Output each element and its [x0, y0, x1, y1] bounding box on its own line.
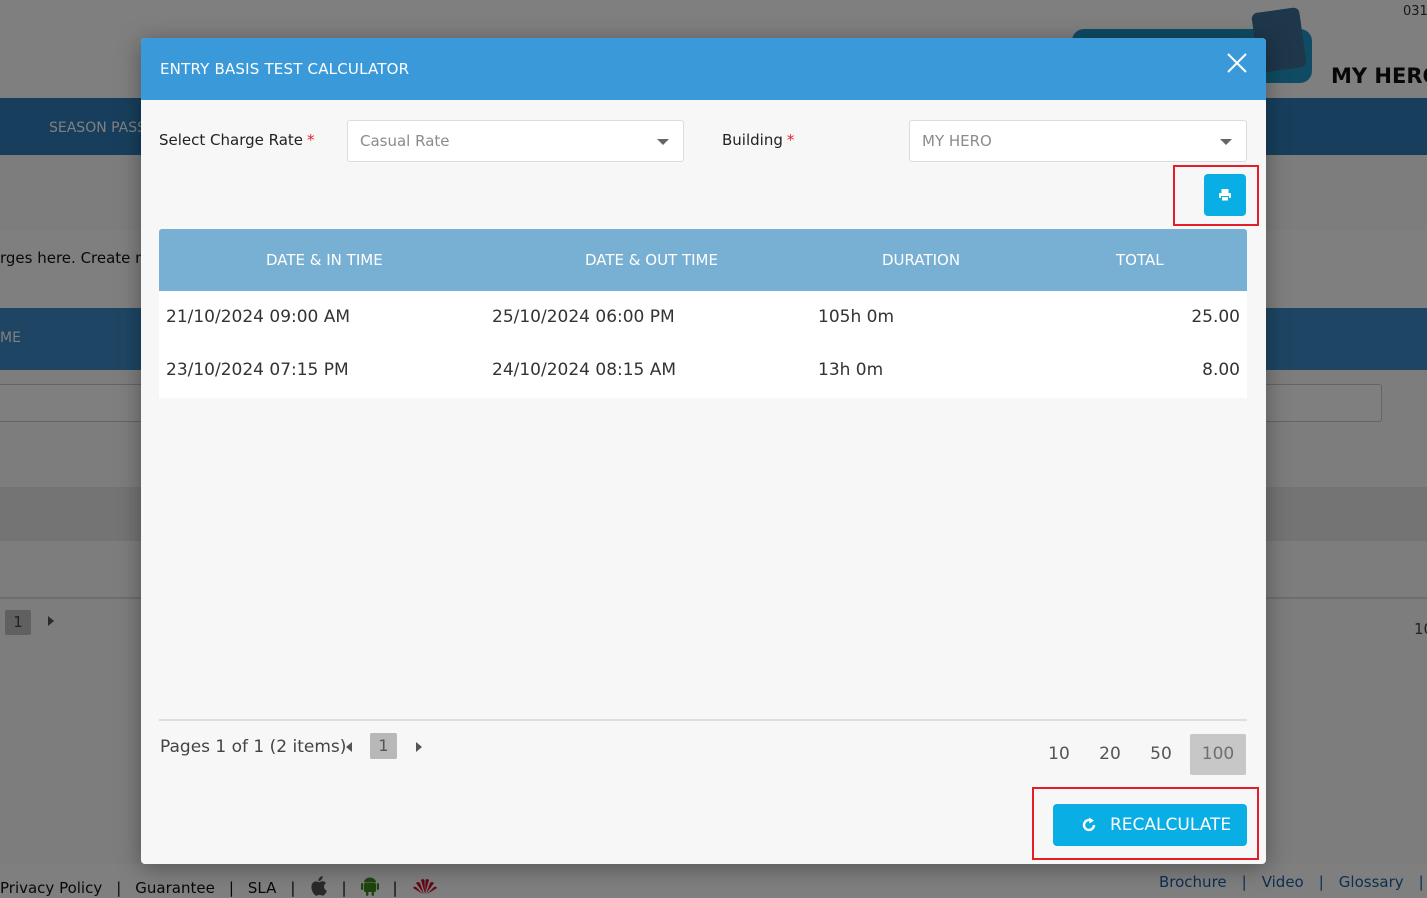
cell-out-time: 25/10/2024 06:00 PM	[492, 307, 675, 327]
page-size-50[interactable]: 50	[1141, 734, 1181, 775]
required-marker: *	[307, 131, 315, 149]
results-grid: DATE & IN TIME DATE & OUT TIME DURATION …	[159, 229, 1247, 398]
cell-in-time: 21/10/2024 09:00 AM	[166, 307, 351, 327]
pager-prev-icon[interactable]	[346, 742, 352, 752]
refresh-icon	[1082, 817, 1096, 832]
printer-icon	[1219, 189, 1231, 202]
cell-duration: 105h 0m	[818, 307, 895, 327]
calculator-modal: ENTRY BASIS TEST CALCULATOR Select Charg…	[141, 38, 1266, 864]
cell-total: 25.00	[1191, 307, 1240, 327]
building-label-text: Building	[722, 131, 783, 149]
cell-duration: 13h 0m	[818, 360, 884, 380]
chevron-down-icon	[657, 139, 669, 145]
cell-in-time: 23/10/2024 07:15 PM	[166, 360, 349, 380]
grid-divider	[159, 719, 1247, 721]
pager-next-icon[interactable]	[416, 742, 422, 752]
building-select[interactable]: MY HERO	[909, 120, 1247, 162]
page-size-20[interactable]: 20	[1090, 734, 1130, 775]
building-label: Building *	[722, 131, 794, 149]
recalculate-button[interactable]: RECALCULATE	[1053, 804, 1247, 846]
grid-header: DATE & IN TIME DATE & OUT TIME DURATION …	[159, 229, 1247, 291]
modal-header: ENTRY BASIS TEST CALCULATOR	[141, 38, 1266, 100]
chevron-down-icon	[1220, 139, 1232, 145]
cell-total: 8.00	[1202, 360, 1240, 380]
column-header-in-time[interactable]: DATE & IN TIME	[266, 251, 383, 269]
grid-body: 21/10/2024 09:00 AM 25/10/2024 06:00 PM …	[159, 291, 1247, 398]
table-row[interactable]: 23/10/2024 07:15 PM 24/10/2024 08:15 AM …	[159, 344, 1247, 397]
table-row[interactable]: 21/10/2024 09:00 AM 25/10/2024 06:00 PM …	[159, 291, 1247, 344]
column-header-duration[interactable]: DURATION	[882, 251, 960, 269]
charge-rate-label: Select Charge Rate *	[159, 131, 315, 149]
charge-rate-select[interactable]: Casual Rate	[347, 120, 684, 162]
modal-title: ENTRY BASIS TEST CALCULATOR	[160, 60, 410, 78]
page-size-100[interactable]: 100	[1190, 734, 1246, 775]
cell-out-time: 24/10/2024 08:15 AM	[492, 360, 677, 380]
page-size-10[interactable]: 10	[1039, 734, 1079, 775]
recalculate-label: RECALCULATE	[1110, 815, 1232, 835]
column-header-out-time[interactable]: DATE & OUT TIME	[585, 251, 718, 269]
print-button[interactable]	[1204, 174, 1246, 216]
close-icon[interactable]	[1227, 53, 1247, 73]
pager-current-page[interactable]: 1	[370, 733, 397, 759]
column-header-total[interactable]: TOTAL	[1116, 251, 1164, 269]
required-marker: *	[786, 131, 795, 149]
charge-rate-value: Casual Rate	[360, 132, 450, 150]
pager-info: Pages 1 of 1 (2 items)	[160, 737, 347, 757]
charge-rate-label-text: Select Charge Rate	[159, 131, 304, 149]
building-value: MY HERO	[922, 132, 992, 150]
